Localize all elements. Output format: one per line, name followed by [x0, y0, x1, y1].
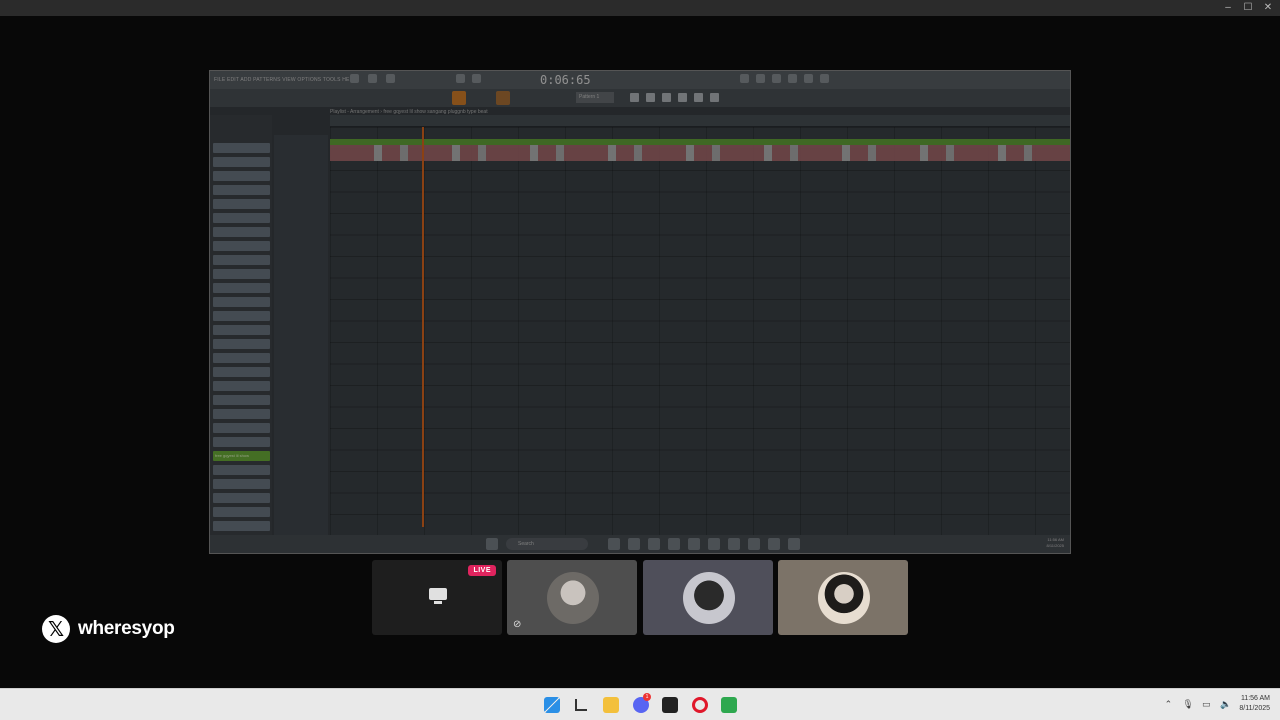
screen-dim-overlay: [210, 71, 1070, 553]
shared-screen[interactable]: FILE EDIT ADD PATTERNS VIEW OPTIONS TOOL…: [209, 70, 1071, 554]
window-title-bar: – ☐ ✕: [0, 0, 1280, 16]
monitor-icon: [429, 588, 447, 604]
folder-icon[interactable]: [603, 697, 619, 713]
live-badge: LIVE: [468, 565, 496, 576]
close-icon[interactable]: ✕: [1260, 0, 1276, 16]
clock-time: 11:56 AM: [1240, 695, 1270, 702]
file-explorer-icon[interactable]: [573, 697, 589, 713]
windows-start-icon[interactable]: [544, 697, 560, 713]
x-brand: 𝕏 wheresyop: [42, 615, 175, 643]
x-logo-icon: 𝕏: [42, 615, 70, 643]
notification-badge: 1: [643, 693, 651, 701]
android-app-icon[interactable]: [721, 697, 737, 713]
maximize-icon[interactable]: ☐: [1240, 0, 1256, 16]
windows-taskbar: 1 ⌃ 🎙 ▭ 🔈 11:56 AM 8/11/2025: [0, 688, 1280, 720]
brand-handle: wheresyop: [78, 618, 175, 639]
avatar: [547, 572, 599, 624]
avatar: [818, 572, 870, 624]
screen-share-tile[interactable]: LIVE: [372, 560, 502, 635]
system-tray: ⌃ 🎙 ▭ 🔈 11:56 AM 8/11/2025: [1163, 694, 1270, 714]
capcut-icon[interactable]: [662, 697, 678, 713]
participant-tile[interactable]: [778, 560, 908, 635]
minimize-icon[interactable]: –: [1220, 0, 1236, 16]
taskbar-clock[interactable]: 11:56 AM 8/11/2025: [1239, 694, 1270, 714]
volume-icon[interactable]: 🔈: [1220, 699, 1231, 709]
network-icon[interactable]: ▭: [1201, 699, 1211, 709]
clock-date: 8/11/2025: [1239, 705, 1270, 712]
avatar: [683, 572, 735, 624]
mic-muted-icon: ⊘: [513, 619, 522, 630]
window-controls: – ☐ ✕: [1220, 0, 1276, 16]
mic-icon[interactable]: 🎙: [1182, 699, 1193, 709]
participant-tile[interactable]: ⊘: [507, 560, 637, 635]
opera-icon[interactable]: [692, 697, 708, 713]
participant-tile[interactable]: [643, 560, 773, 635]
chevron-up-icon[interactable]: ⌃: [1163, 699, 1173, 709]
